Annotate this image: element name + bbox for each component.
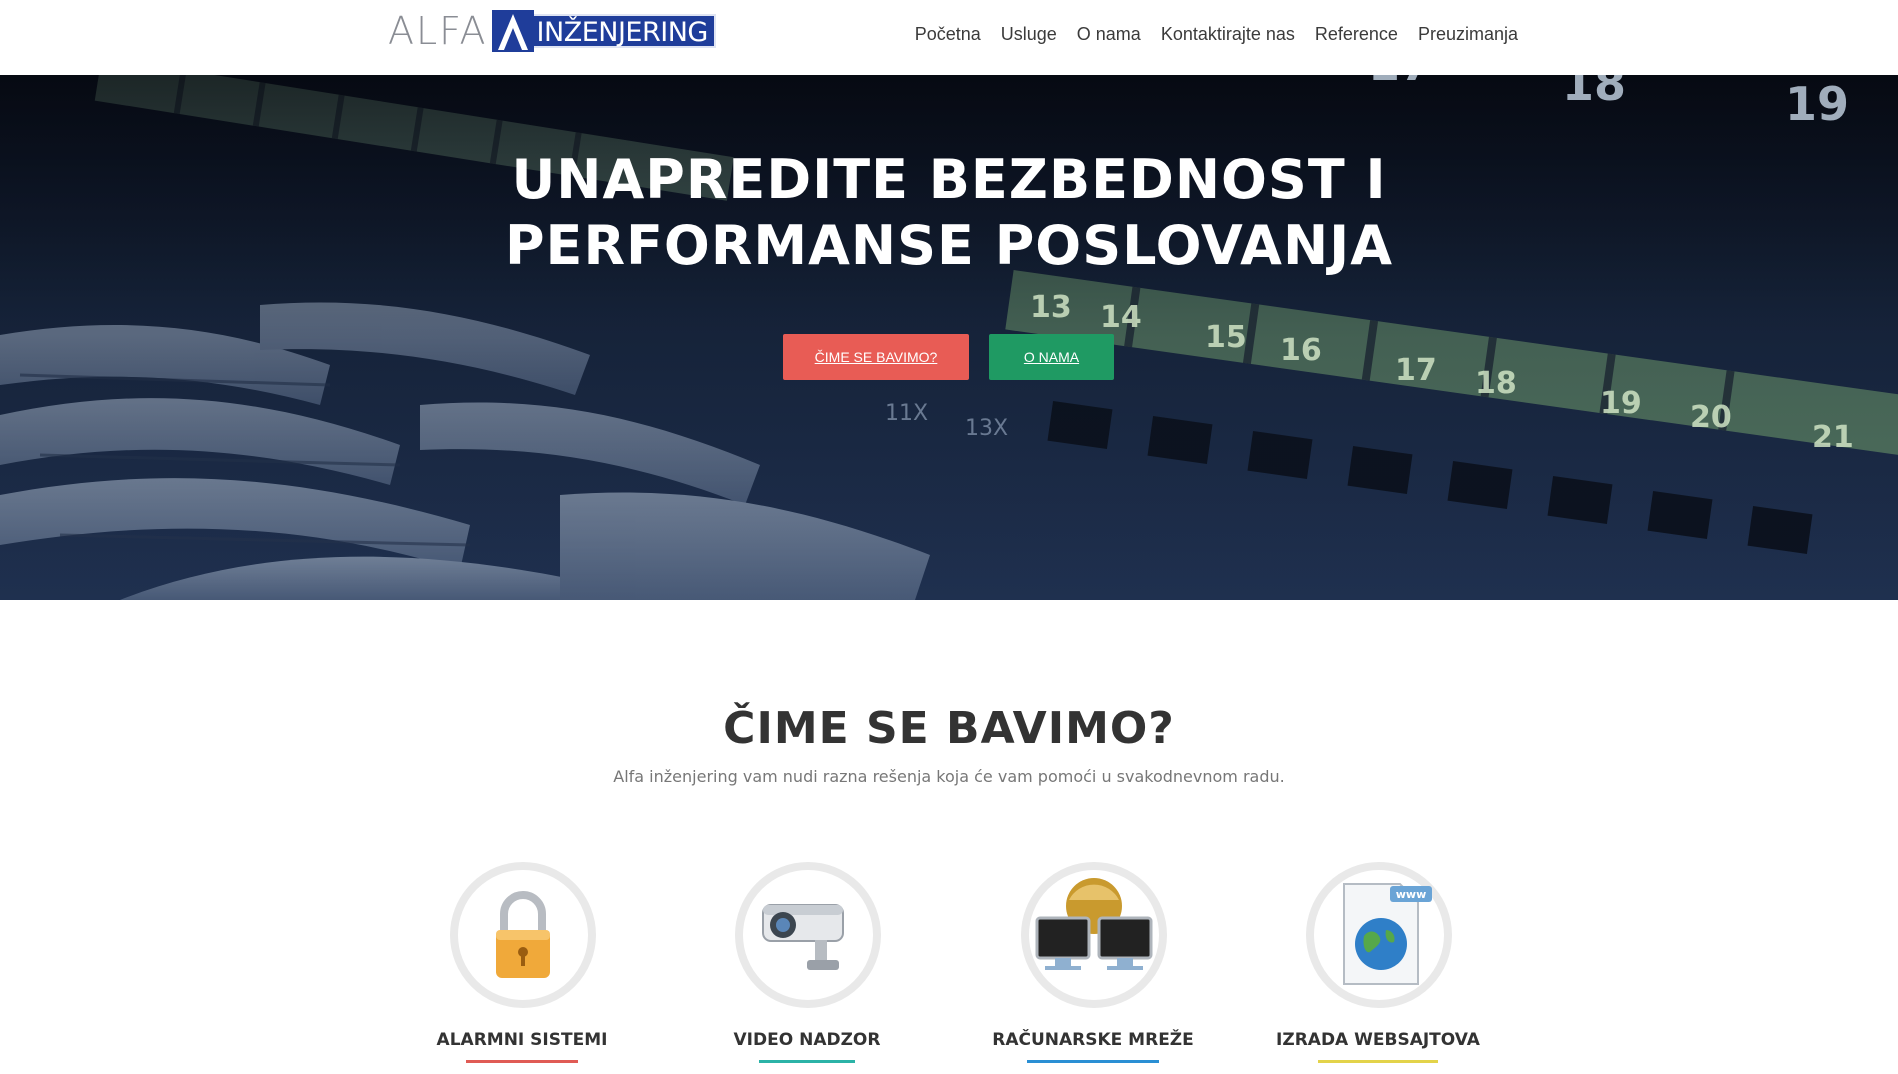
services-subtitle: Alfa inženjering vam nudi razna rešenja … xyxy=(613,767,1285,786)
o-nama-button[interactable]: O NAMA xyxy=(989,334,1114,380)
panel-small-label: 11X xyxy=(885,401,928,426)
service-icon-circle xyxy=(1021,862,1167,1008)
panel-number: 21 xyxy=(1812,420,1854,455)
logo-mark-icon xyxy=(491,10,534,52)
site-header: ALFA INŽENJERING Početna Usluge O nama K… xyxy=(0,0,1898,75)
panel-number: 19 xyxy=(1600,386,1642,421)
logo[interactable]: ALFA INŽENJERING xyxy=(388,10,716,52)
main-nav: Početna Usluge O nama Kontaktirajte nas … xyxy=(915,24,1518,45)
panel-number: 17 xyxy=(1395,353,1437,388)
panel-number: 14 xyxy=(1100,300,1142,335)
panel-number: 13 xyxy=(1030,290,1072,325)
panel-small-label: 13X xyxy=(965,416,1008,441)
www-badge: www xyxy=(1396,888,1427,901)
panel-number-top: 19 xyxy=(1785,77,1849,131)
service-icon-circle xyxy=(735,862,881,1008)
nav-item-usluge[interactable]: Usluge xyxy=(1001,24,1057,45)
panel-number: 20 xyxy=(1690,400,1732,435)
security-camera-icon xyxy=(762,904,844,970)
nav-item-kontakt[interactable]: Kontaktirajte nas xyxy=(1161,24,1295,45)
service-underline xyxy=(759,1060,855,1063)
padlock-icon xyxy=(496,891,550,978)
service-label: RAČUNARSKE MREŽE xyxy=(992,1030,1194,1050)
panel-number: 15 xyxy=(1205,320,1247,355)
hero-title-line-2: PERFORMANSE POSLOVANJA xyxy=(504,214,1394,277)
nav-item-preuzimanja[interactable]: Preuzimanja xyxy=(1418,24,1518,45)
panel-number-top: 18 xyxy=(1562,75,1626,111)
services-title: ČIME SE BAVIMO? xyxy=(723,703,1175,754)
hero-title: UNAPREDITE BEZBEDNOST I PERFORMANSE POSL… xyxy=(0,147,1898,279)
nav-item-o-nama[interactable]: O nama xyxy=(1077,24,1141,45)
service-label: VIDEO NADZOR xyxy=(733,1030,881,1050)
panel-number: 18 xyxy=(1475,366,1517,401)
service-underline xyxy=(1318,1060,1438,1063)
service-icon-circle: www xyxy=(1306,862,1452,1008)
service-label: IZRADA WEBSAJTOVA xyxy=(1276,1030,1480,1050)
service-label: ALARMNI SISTEMI xyxy=(436,1030,608,1050)
panel-number-top: 17 xyxy=(1368,75,1432,91)
logo-text-inzenjering: INŽENJERING xyxy=(533,14,716,48)
service-underline xyxy=(1027,1060,1159,1063)
network-computers-icon xyxy=(1035,878,1153,970)
website-globe-icon: www xyxy=(1343,883,1432,985)
hero-title-line-1: UNAPREDITE BEZBEDNOST I xyxy=(511,148,1387,211)
nav-item-reference[interactable]: Reference xyxy=(1315,24,1398,45)
panel-number: 16 xyxy=(1280,333,1322,368)
service-underline xyxy=(466,1060,578,1063)
nav-item-pocetna[interactable]: Početna xyxy=(915,24,981,45)
cime-se-bavimo-button[interactable]: ČIME SE BAVIMO? xyxy=(783,334,969,380)
service-icon-circle xyxy=(450,862,596,1008)
hero-banner: 13 14 15 16 17 18 19 20 21 17 18 19 11X … xyxy=(0,75,1898,600)
logo-text-alfa: ALFA xyxy=(388,9,488,53)
